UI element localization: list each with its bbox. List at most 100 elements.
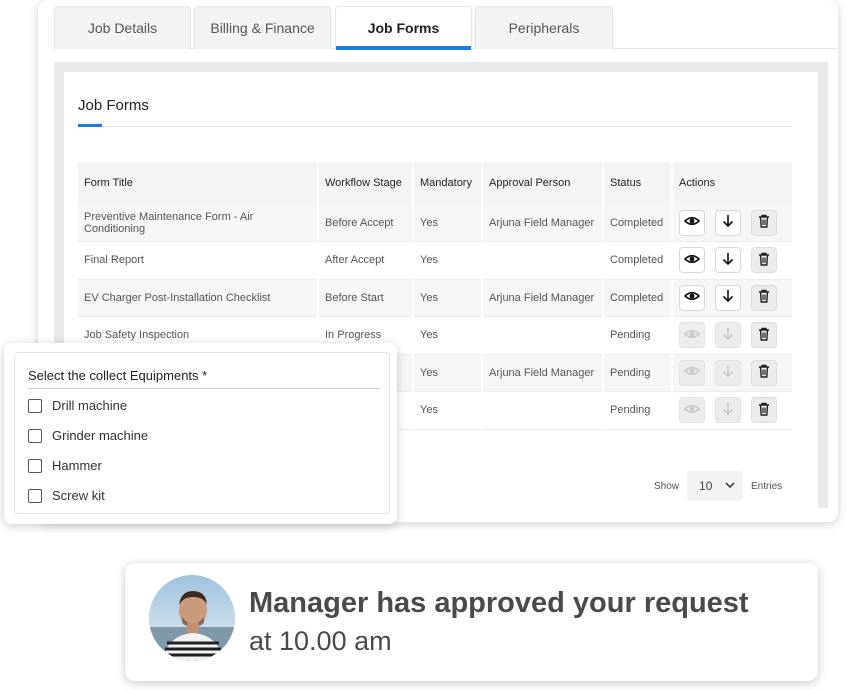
eye-icon [683,401,701,420]
eye-icon [683,213,701,232]
tab-label: Job Details [87,20,158,36]
entries-label: Entries [751,480,783,492]
cell-actions [672,354,794,392]
delete-button[interactable] [751,247,777,274]
cell-actions [672,279,794,317]
checklist-box: Select the collect Equipments * Drill ma… [14,352,390,514]
row-actions [679,322,792,349]
cell-form-title: Final Report [78,241,319,280]
trash-icon [756,213,772,232]
trash-icon [756,288,772,307]
cell-status: Pending [603,391,673,430]
download-arrow-icon [720,401,736,420]
page-size-value: 10 [699,479,713,493]
checklist-item-label: Hammer [52,458,102,473]
cell-approval-person: Arjuna Field Manager [482,354,604,392]
tab-label: Peripherals [508,20,580,36]
delete-button[interactable] [751,209,777,236]
tab-peripherals[interactable]: Peripherals [475,6,613,49]
eye-icon [683,363,701,382]
cell-status: Pending [603,316,673,355]
tab-label: Billing & Finance [210,20,315,36]
trash-icon [756,363,772,382]
row-actions [679,359,792,386]
download-button[interactable] [715,359,741,386]
table-row: EV Charger Post-Installation Checklist B… [78,279,794,317]
delete-button[interactable] [751,284,777,311]
view-button[interactable] [679,359,705,386]
checklist-item-grinder[interactable]: Grinder machine [28,428,148,443]
cell-status: Completed [603,204,673,242]
checklist-item-hammer[interactable]: Hammer [28,458,102,473]
trash-icon [756,401,772,420]
cell-status: Completed [603,241,673,280]
eye-icon [683,288,701,307]
tab-job-details[interactable]: Job Details [54,6,191,49]
cell-status: Completed [603,279,673,317]
checkbox[interactable] [28,488,42,503]
download-button[interactable] [715,247,741,274]
trash-icon [756,251,772,270]
view-button[interactable] [679,209,705,236]
column-header[interactable]: Approval Person [482,162,604,204]
checkbox[interactable] [28,428,42,443]
download-button[interactable] [715,284,741,311]
download-arrow-icon [720,288,736,307]
checkbox[interactable] [28,458,42,473]
view-button[interactable] [679,322,705,349]
tab-label: Job Forms [367,20,440,36]
delete-button[interactable] [751,359,777,386]
checklist-divider [28,388,380,389]
download-button[interactable] [715,322,741,349]
tab-billing-finance[interactable]: Billing & Finance [194,6,331,49]
row-actions [679,209,792,236]
show-label: Show [654,480,680,492]
table-row: Final Report After Accept Yes Completed [78,241,794,280]
tab-bar: Job Details Billing & Finance Job Forms … [54,6,838,50]
checklist-item-label: Screw kit [52,488,105,503]
cell-actions [672,204,794,242]
tab-job-forms[interactable]: Job Forms [335,6,472,50]
title-underline [78,124,102,127]
view-button[interactable] [679,397,705,424]
cell-mandatory: Yes [413,204,483,242]
checklist-item-drill[interactable]: Drill machine [28,398,127,413]
title-divider [102,126,792,127]
checklist-item-screw-kit[interactable]: Screw kit [28,488,105,503]
column-header[interactable]: Mandatory [413,162,483,204]
cell-mandatory: Yes [413,241,483,280]
column-header: Actions [672,162,794,204]
cell-actions [672,316,794,355]
delete-button[interactable] [751,397,777,424]
cell-approval-person [482,391,604,430]
notification-time: at 10.00 am [249,626,392,656]
download-arrow-icon [720,326,736,345]
row-actions [679,284,792,311]
cell-approval-person: Arjuna Field Manager [482,204,604,242]
download-arrow-icon [720,251,736,270]
checklist-title: Select the collect Equipments * [28,368,208,383]
cell-workflow-stage: Before Accept [318,204,414,242]
download-button[interactable] [715,397,741,424]
page-size-select[interactable]: 10 [687,471,744,501]
column-header[interactable]: Status [603,162,673,204]
row-actions [679,397,792,424]
eye-icon [683,326,701,345]
cell-mandatory: Yes [413,279,483,317]
delete-button[interactable] [751,322,777,349]
cell-approval-person: Arjuna Field Manager [482,279,604,317]
checklist-item-label: Drill machine [52,398,128,413]
column-header[interactable]: Form Title [78,162,319,204]
cell-form-title: EV Charger Post-Installation Checklist [78,279,319,317]
notification-message: Manager has approved your request [249,587,749,619]
download-button[interactable] [715,209,741,236]
cell-actions [672,391,794,430]
trash-icon [756,326,772,345]
view-button[interactable] [679,247,705,274]
view-button[interactable] [679,284,705,311]
approval-notification: Manager has approved your request at 10.… [125,563,818,681]
column-header[interactable]: Workflow Stage [318,162,414,204]
cell-approval-person [482,316,604,355]
checkbox[interactable] [28,398,42,413]
cell-status: Pending [603,354,673,392]
